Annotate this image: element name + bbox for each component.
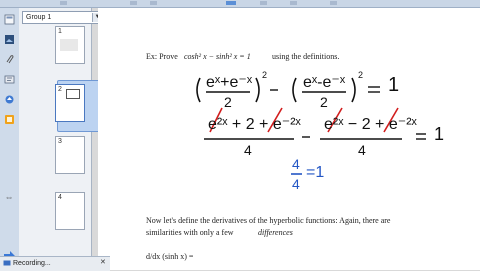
derivative-intro-line2: similarities with only a few [146, 228, 234, 237]
toolbar-button[interactable] [60, 1, 67, 5]
page-sorter-panel: Group 1 ▼ 1 2 3 4 [19, 8, 109, 258]
notebook-window: ⇔ Group 1 ▼ 1 2 3 [0, 0, 480, 271]
result-numerator: 4 [292, 156, 300, 172]
result-denominator: 4 [292, 176, 300, 192]
toolbar-button-active[interactable] [226, 1, 236, 5]
derivative-intro-line1: Now let's define the derivatives of the … [146, 216, 391, 225]
work-line2-left: e²ˣ + 2 + e⁻²ˣ [208, 116, 301, 133]
properties-icon[interactable] [4, 74, 15, 85]
recording-label: Recording... [13, 260, 51, 267]
group-select-label: Group 1 [26, 14, 52, 21]
toolbar-button[interactable] [130, 1, 137, 5]
work-line2-result: 1 [434, 124, 445, 144]
page-number: 2 [58, 86, 62, 93]
toolbar-button[interactable] [260, 1, 267, 5]
derivative-intro-emphasis: differences [258, 228, 293, 237]
work-line1-num-left: eˣ+e⁻ˣ [206, 74, 253, 91]
page-sorter-icon[interactable] [4, 14, 15, 25]
recording-status[interactable]: Recording... ✕ [0, 256, 110, 271]
work-line2-den-left: 4 [244, 142, 252, 158]
group-select[interactable]: Group 1 ▼ [22, 11, 104, 24]
thumbnail-image: 4 [55, 192, 85, 230]
work-line1-exp-right: 2 [358, 70, 364, 80]
work-line1-den-right: 2 [320, 94, 328, 110]
page-number: 1 [58, 28, 62, 35]
recorder-icon [3, 260, 11, 266]
attachments-icon[interactable] [4, 54, 15, 65]
thumbnail-image: 1 [55, 26, 85, 64]
toolbar-button[interactable] [150, 1, 157, 5]
work-line2-den-right: 4 [358, 142, 366, 158]
top-toolbar [0, 0, 480, 8]
gallery-icon[interactable] [4, 34, 15, 45]
work-line2-right: e²ˣ − 2 + e⁻²ˣ [324, 116, 417, 133]
work-line1-result: 1 [388, 74, 400, 96]
lesson-activity-icon[interactable] [4, 114, 15, 125]
side-tabs: ⇔ [0, 8, 20, 270]
toolbar-button[interactable] [290, 1, 297, 5]
toolbar-button[interactable] [330, 1, 337, 5]
addons-icon[interactable] [4, 94, 15, 105]
page-number: 4 [58, 194, 62, 201]
derivative-expression: d/dx (sinh x) = [146, 252, 194, 261]
work-line1-den-left: 2 [224, 94, 232, 110]
close-icon[interactable]: ✕ [100, 258, 108, 268]
collapse-arrow-icon[interactable]: ⇔ [2, 193, 16, 202]
thumbnail-image: 3 [55, 136, 85, 174]
work-line1-num-right: eˣ-e⁻ˣ [303, 74, 346, 91]
notebook-page-canvas[interactable]: Ex: Prove cosh² x − sinh² x = 1 using th… [98, 8, 480, 270]
result-equals-one: =1 [306, 164, 325, 181]
page-number: 3 [58, 138, 62, 145]
thumbnail-image: 2 [55, 84, 85, 122]
work-line1-exp-left: 2 [262, 70, 268, 80]
